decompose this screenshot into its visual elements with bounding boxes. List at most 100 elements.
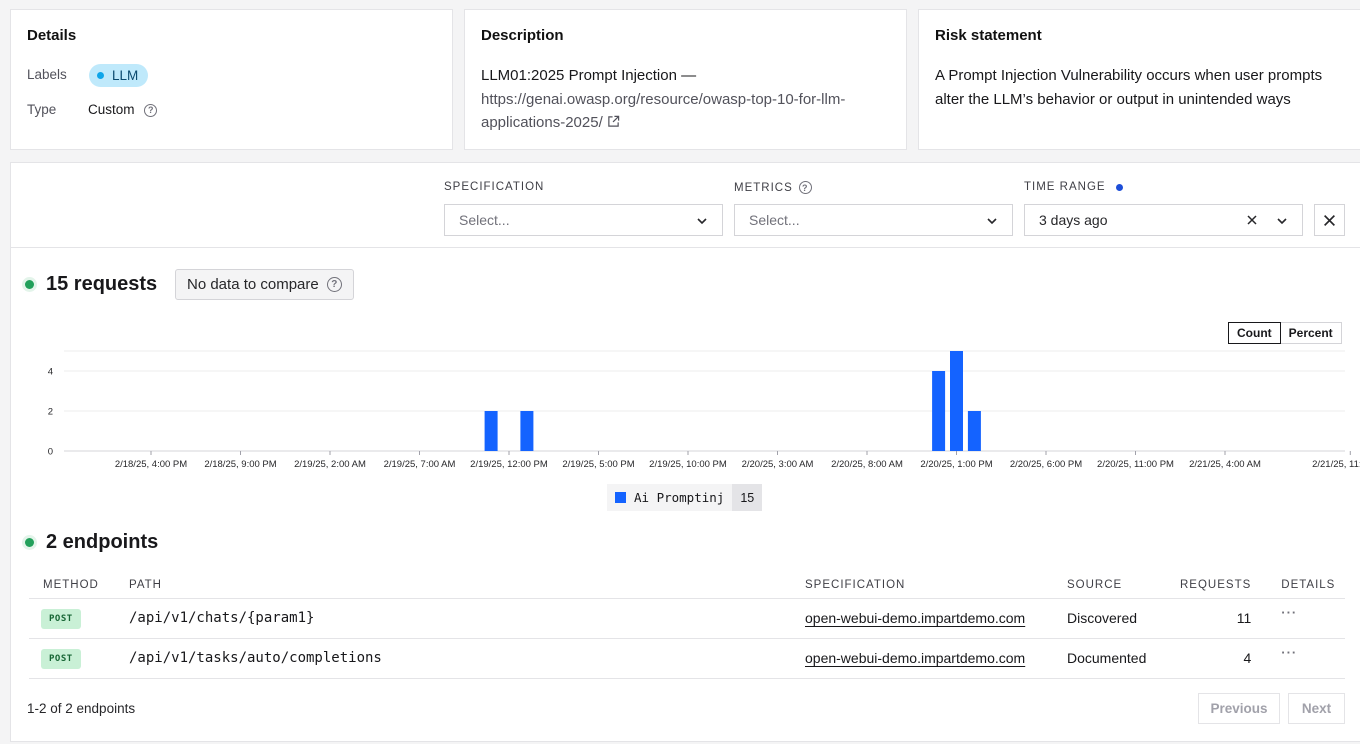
close-icon bbox=[1324, 214, 1335, 226]
help-icon[interactable]: ? bbox=[326, 277, 342, 292]
description-link-text: https://genai.owasp.org/resource/owasp-t… bbox=[481, 90, 846, 132]
count-percent-toggle: Count Percent bbox=[1228, 322, 1342, 344]
column-header-source[interactable]: SOURCE bbox=[1053, 572, 1166, 599]
description-text: LLM01:2025 Prompt Injection — https://ge… bbox=[481, 64, 901, 135]
close-filters-button[interactable] bbox=[1314, 204, 1345, 236]
specification-link[interactable]: open-webui-demo.impartdemo.com bbox=[805, 650, 1025, 666]
chart-bar bbox=[932, 371, 946, 451]
compare-chip[interactable]: No data to compare ? bbox=[175, 269, 354, 300]
requests-cell: 4 bbox=[1166, 638, 1252, 679]
specification-select[interactable]: Select... bbox=[444, 204, 723, 236]
legend-swatch bbox=[615, 492, 626, 503]
chart-bar bbox=[950, 351, 963, 451]
metrics-select-placeholder: Select... bbox=[749, 212, 800, 228]
x-tick-label: 2/20/25, 6:00 PM bbox=[1010, 459, 1082, 470]
label-badge-text: LLM bbox=[112, 68, 139, 83]
next-page-button[interactable]: Next bbox=[1288, 693, 1345, 724]
table-row[interactable]: POST /api/v1/chats/{param1} open-webui-d… bbox=[29, 598, 1345, 639]
x-tick-label: 2/19/25, 7:00 AM bbox=[384, 459, 456, 470]
x-tick-label: 2/21/25, 4:00 AM bbox=[1189, 459, 1261, 470]
time-range-filter-label-text: TIME RANGE bbox=[1024, 181, 1106, 193]
time-range-select[interactable]: 3 days ago bbox=[1024, 204, 1303, 236]
more-options-icon[interactable]: ··· bbox=[1281, 645, 1297, 660]
requests-chart: 0 2 4 2/18/25, 4:00 PM 2/18/25, 9:00 PM 2/19/… bbox=[48, 350, 1360, 470]
path-cell: /api/v1/tasks/auto/completions bbox=[115, 638, 791, 679]
description-card: Description LLM01:2025 Prompt Injection … bbox=[464, 9, 907, 150]
main-panel: SPECIFICATION Select... METRICS ? Select… bbox=[10, 162, 1360, 742]
clear-x-icon[interactable] bbox=[1246, 214, 1258, 226]
risk-text: A Prompt Injection Vulnerability occurs … bbox=[935, 67, 1323, 108]
column-header-requests[interactable]: REQUESTS bbox=[1166, 572, 1252, 599]
endpoints-title: 2 endpoints bbox=[46, 531, 159, 553]
metrics-filter-label-text: METRICS bbox=[734, 181, 793, 194]
previous-page-button[interactable]: Previous bbox=[1198, 693, 1280, 724]
specification-link[interactable]: open-webui-demo.impartdemo.com bbox=[805, 610, 1025, 626]
x-tick-label: 2/18/25, 4:00 PM bbox=[115, 459, 187, 470]
type-label: Type bbox=[27, 102, 57, 117]
y-tick-label: 2 bbox=[48, 407, 53, 418]
y-tick-label: 0 bbox=[48, 447, 53, 458]
endpoints-header: 2 endpoints bbox=[25, 531, 158, 554]
type-value-text: Custom bbox=[88, 102, 135, 117]
x-tick-label: 2/20/25, 11:00 PM bbox=[1097, 459, 1174, 470]
chart-bar bbox=[520, 411, 534, 451]
x-tick-label: 2/20/25, 8:00 AM bbox=[831, 459, 903, 470]
time-range-filter-label: TIME RANGE bbox=[1024, 181, 1123, 193]
risk-card: Risk statement A Prompt Injection Vulner… bbox=[918, 9, 1360, 150]
legend-series-count: 15 bbox=[732, 484, 763, 511]
method-cell: POST bbox=[29, 598, 115, 639]
chevron-down-icon bbox=[987, 218, 997, 225]
column-header-path[interactable]: PATH bbox=[115, 572, 791, 599]
details-title: Details bbox=[27, 27, 77, 44]
badge-dot-icon bbox=[97, 72, 104, 79]
column-header-details: DETAILS bbox=[1251, 572, 1345, 599]
description-link[interactable]: https://genai.owasp.org/resource/owasp-t… bbox=[481, 91, 845, 132]
specification-select-placeholder: Select... bbox=[459, 212, 510, 228]
legend-series-name: Ai Promptinj bbox=[634, 490, 725, 505]
label-badge-llm[interactable]: LLM bbox=[89, 64, 149, 87]
endpoints-table: METHOD PATH SPECIFICATION SOURCE REQUEST… bbox=[29, 572, 1345, 679]
column-header-specification[interactable]: SPECIFICATION bbox=[791, 572, 1053, 599]
metrics-select[interactable]: Select... bbox=[734, 204, 1013, 236]
x-tick-label: 2/19/25, 10:00 PM bbox=[649, 459, 727, 470]
specification-cell: open-webui-demo.impartdemo.com bbox=[791, 598, 1053, 639]
time-range-select-value: 3 days ago bbox=[1039, 212, 1108, 228]
chart-legend[interactable]: Ai Promptinj 15 bbox=[607, 484, 763, 511]
status-dot-icon bbox=[25, 538, 34, 547]
source-cell: Discovered bbox=[1053, 598, 1166, 639]
chevron-down-icon bbox=[697, 218, 707, 225]
method-cell: POST bbox=[29, 638, 115, 679]
specification-cell: open-webui-demo.impartdemo.com bbox=[791, 638, 1053, 679]
requests-title: 15 requests bbox=[46, 273, 158, 295]
description-prefix: LLM01:2025 Prompt Injection — bbox=[481, 67, 697, 84]
x-tick-label: 2/19/25, 12:00 PM bbox=[470, 459, 548, 470]
external-link-icon bbox=[608, 115, 619, 127]
table-row[interactable]: POST /api/v1/tasks/auto/completions open… bbox=[29, 638, 1345, 679]
more-options-icon[interactable]: ··· bbox=[1281, 605, 1297, 620]
compare-chip-label: No data to compare bbox=[187, 276, 319, 293]
x-tick-label: 2/18/25, 9:00 PM bbox=[204, 459, 276, 470]
column-header-method[interactable]: METHOD bbox=[29, 572, 115, 599]
method-badge: POST bbox=[41, 648, 81, 669]
type-value: Custom ? bbox=[88, 102, 158, 117]
specification-filter-label-text: SPECIFICATION bbox=[444, 181, 545, 193]
metrics-filter-label: METRICS ? bbox=[734, 181, 812, 194]
help-icon[interactable]: ? bbox=[798, 181, 812, 194]
details-cell: ··· bbox=[1251, 638, 1345, 679]
path-cell: /api/v1/chats/{param1} bbox=[115, 598, 791, 639]
status-dot-icon bbox=[25, 280, 34, 289]
x-tick-label: 2/20/25, 1:00 PM bbox=[920, 459, 992, 470]
details-cell: ··· bbox=[1251, 598, 1345, 639]
filters-divider bbox=[11, 247, 1360, 248]
description-title: Description bbox=[481, 27, 564, 44]
y-tick-label: 4 bbox=[48, 367, 53, 378]
percent-toggle-button[interactable]: Percent bbox=[1280, 322, 1342, 344]
help-icon[interactable]: ? bbox=[144, 103, 158, 117]
count-toggle-button[interactable]: Count bbox=[1228, 322, 1281, 344]
x-tick-label: 2/21/25, 11:00 AM bbox=[1312, 459, 1360, 470]
table-header-row: METHOD PATH SPECIFICATION SOURCE REQUEST… bbox=[29, 572, 1345, 599]
requests-cell: 11 bbox=[1166, 598, 1252, 639]
risk-title: Risk statement bbox=[935, 27, 1042, 44]
chevron-down-icon bbox=[1277, 218, 1287, 225]
requests-header: 15 requests bbox=[25, 273, 157, 296]
